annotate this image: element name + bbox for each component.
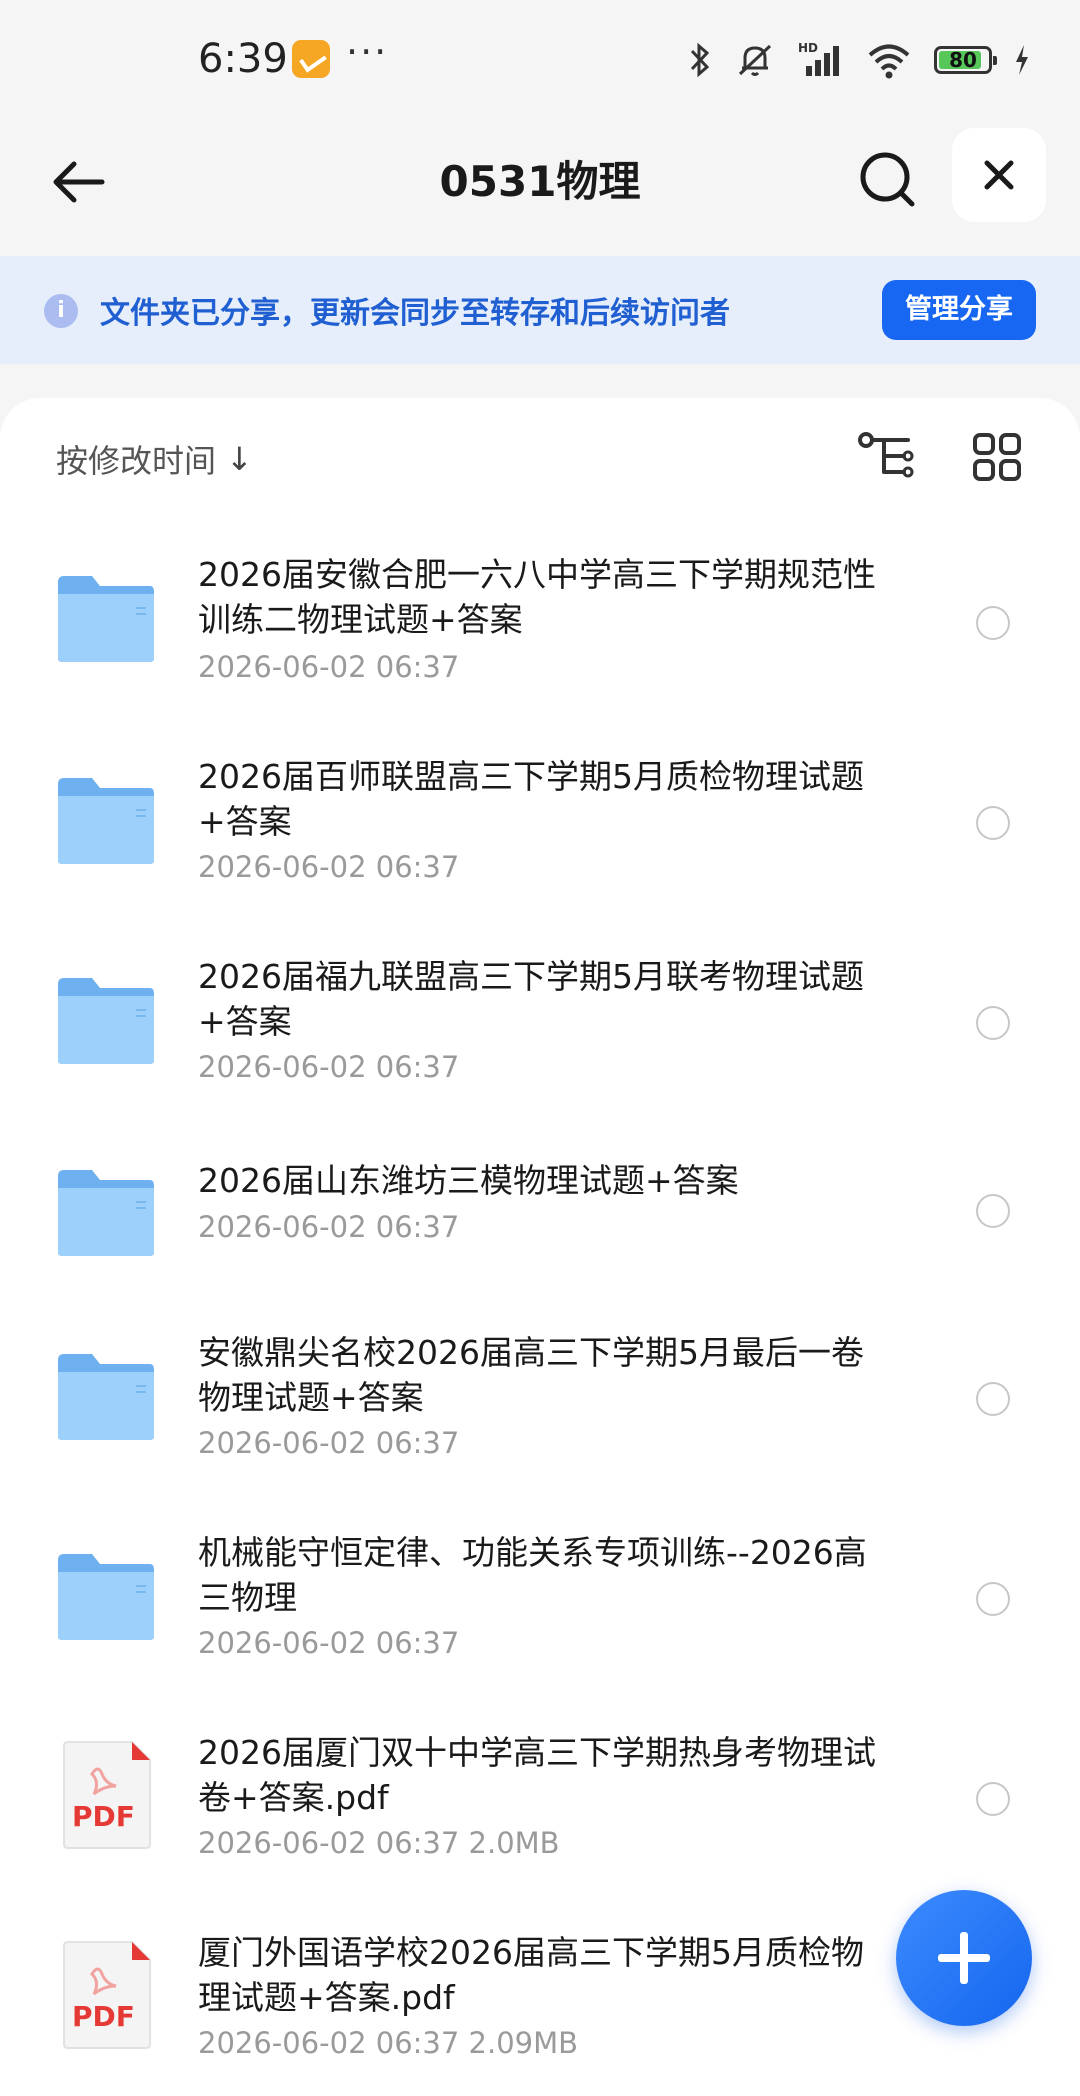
search-button[interactable] [852, 144, 924, 216]
arrow-down-icon: ↓ [226, 440, 253, 478]
file-name: 厦门外国语学校2026届高三下学期5月质检物理试题+答案.pdf [198, 1933, 864, 2017]
grid-view-button[interactable] [972, 432, 1022, 482]
list-item[interactable]: 机械能守恒定律、功能关系专项训练--2026高三物理 2026-06-02 06… [0, 1526, 1080, 1726]
app-notification-icon [292, 40, 330, 78]
app-header: 0531物理 [0, 118, 1080, 258]
info-icon: i [44, 294, 78, 328]
folder-icon [56, 1166, 164, 1266]
file-meta: 2026-06-02 06:37 [198, 650, 460, 684]
list-item[interactable]: 安徽鼎尖名校2026届高三下学期5月最后一卷物理试题+答案 2026-06-02… [0, 1326, 1080, 1526]
select-checkbox[interactable] [976, 806, 1010, 840]
battery-level: 80 [949, 48, 977, 72]
folder-icon [56, 1350, 164, 1450]
grid-icon [973, 433, 1021, 481]
file-name: 安徽鼎尖名校2026届高三下学期5月最后一卷物理试题+答案 [198, 1333, 864, 1417]
file-meta: 2026-06-02 06:37 [198, 1626, 460, 1660]
charging-icon [1016, 45, 1028, 75]
tree-structure-icon [858, 432, 914, 478]
file-meta: 2026-06-02 06:37 2.09MB [198, 2026, 579, 2060]
list-item[interactable]: 2026届百师联盟高三下学期5月质检物理试题+答案 2026-06-02 06:… [0, 750, 1080, 950]
file-meta: 2026-06-02 06:37 2.0MB [198, 1826, 560, 1860]
pdf-file-icon: PDF [56, 1940, 164, 2049]
file-name: 2026届厦门双十中学高三下学期热身考物理试卷+答案.pdf [198, 1733, 876, 1817]
list-item[interactable]: 2026届山东潍坊三模物理试题+答案 2026-06-02 06:37 [0, 1158, 1080, 1318]
share-info-banner: i 文件夹已分享，更新会同步至转存和后续访问者 管理分享 [0, 256, 1080, 364]
file-name: 2026届安徽合肥一六八中学高三下学期规范性训练二物理试题+答案 [198, 555, 876, 639]
select-checkbox[interactable] [976, 606, 1010, 640]
folder-icon [56, 1550, 164, 1650]
close-button[interactable] [952, 128, 1046, 222]
select-checkbox[interactable] [976, 1582, 1010, 1616]
file-name: 机械能守恒定律、功能关系专项训练--2026高三物理 [198, 1533, 867, 1617]
status-bar: 6:39 ··· HD 80 [0, 0, 1080, 118]
file-name: 2026届山东潍坊三模物理试题+答案 [198, 1161, 739, 1200]
status-icons: HD 80 [688, 38, 1030, 82]
list-item[interactable]: PDF 2026届厦门双十中学高三下学期热身考物理试卷+答案.pdf 2026-… [0, 1726, 1080, 1926]
file-meta: 2026-06-02 06:37 [198, 1426, 460, 1460]
add-button[interactable] [896, 1890, 1032, 2026]
folder-icon [56, 974, 164, 1074]
signal-icon: HD [798, 41, 839, 76]
svg-text:HD: HD [798, 41, 818, 55]
svg-text:PDF: PDF [72, 1800, 135, 1833]
manage-share-button[interactable]: 管理分享 [882, 280, 1036, 340]
tree-view-button[interactable] [856, 428, 916, 488]
more-notifications-icon: ··· [346, 30, 389, 74]
close-icon [984, 160, 1014, 190]
svg-text:PDF: PDF [72, 2000, 135, 2033]
bluetooth-icon [690, 42, 710, 78]
sort-toggle[interactable]: 按修改时间 ↓ [56, 436, 253, 482]
pdf-file-icon: PDF [56, 1740, 164, 1849]
folder-icon [56, 572, 164, 672]
select-checkbox[interactable] [976, 1782, 1010, 1816]
select-checkbox[interactable] [976, 1194, 1010, 1228]
file-meta: 2026-06-02 06:37 [198, 850, 460, 884]
list-item[interactable]: 2026届安徽合肥一六八中学高三下学期规范性训练二物理试题+答案 2026-06… [0, 548, 1080, 748]
battery-icon: 80 [934, 46, 997, 74]
file-meta: 2026-06-02 06:37 [198, 1210, 460, 1244]
select-checkbox[interactable] [976, 1006, 1010, 1040]
file-list-card: 按修改时间 ↓ 2026届安徽合肥一六八中学高三下学期规范性训练二物理试题+答案… [0, 398, 1080, 2096]
sort-label: 按修改时间 [56, 442, 217, 480]
search-icon [860, 152, 915, 207]
file-name: 2026届百师联盟高三下学期5月质检物理试题+答案 [198, 757, 864, 841]
file-meta: 2026-06-02 06:37 [198, 1050, 460, 1084]
wifi-icon [868, 44, 910, 79]
status-time: 6:39 [198, 36, 288, 82]
file-name: 2026届福九联盟高三下学期5月联考物理试题+答案 [198, 957, 864, 1041]
select-checkbox[interactable] [976, 1382, 1010, 1416]
muted-bell-icon [738, 44, 772, 76]
folder-icon [56, 774, 164, 874]
list-item[interactable]: 2026届福九联盟高三下学期5月联考物理试题+答案 2026-06-02 06:… [0, 950, 1080, 1150]
share-info-text: 文件夹已分享，更新会同步至转存和后续访问者 [100, 296, 730, 331]
